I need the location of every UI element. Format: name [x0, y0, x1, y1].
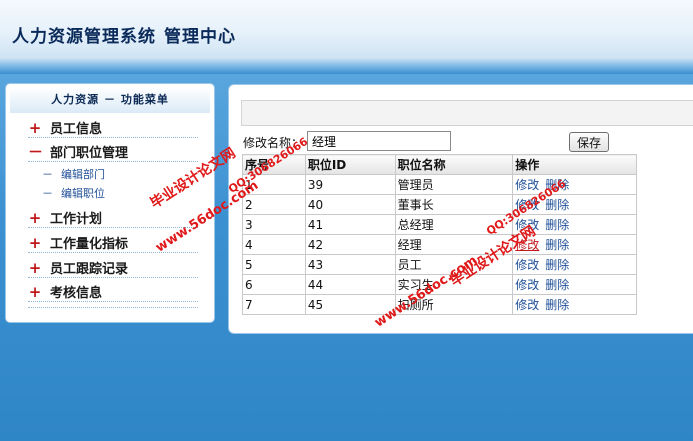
cell-name: 管理员 [394, 174, 514, 195]
cell-name: 扫厕所 [394, 294, 514, 315]
app-header: 人力资源管理系统 管理中心 [0, 0, 693, 74]
edit-link[interactable]: 修改 [515, 198, 539, 212]
cell-actions: 修改 删除 [512, 214, 637, 235]
menu-divider [28, 307, 198, 308]
edit-link[interactable]: 修改 [515, 278, 539, 292]
cell-name: 董事长 [394, 194, 514, 215]
menu-item-assessment[interactable]: + 考核信息 [28, 282, 198, 302]
col-header-name: 职位名称 [394, 154, 514, 175]
delete-link[interactable]: 删除 [545, 258, 569, 272]
main-panel: 修改名称： 保存 序号 职位ID 职位名称 操作 1 39 管理员 修改删除 2 [228, 84, 693, 334]
delete-link[interactable]: 删除 [545, 278, 569, 292]
cell-id: 42 [304, 234, 396, 255]
position-table: 序号 职位ID 职位名称 操作 1 39 管理员 修改 删除 2 40 董事长 修… [242, 154, 637, 315]
menu-item-label: 部门职位管理 [50, 146, 129, 161]
cell-actions: 修改 删除 [512, 194, 637, 215]
cell-actions: 修改 删除 [512, 234, 637, 255]
menu-item-work-metrics[interactable]: + 工作量化指标 [28, 233, 198, 253]
app-title: 人力资源管理系统 管理中心 [12, 22, 236, 47]
cell-name: 实习生 [394, 274, 514, 295]
cell-id: 43 [304, 254, 396, 275]
cell-name: 总经理 [394, 214, 514, 235]
dash-icon: － [42, 187, 53, 200]
cell-actions: 修改 删除 [512, 294, 637, 315]
collapse-icon: － [28, 143, 44, 161]
menu-item-label: 员工跟踪记录 [50, 262, 129, 277]
delete-link[interactable]: 删除 [545, 238, 569, 252]
table-row: 2 40 董事长 修改 删除 [242, 194, 637, 215]
cell-no: 5 [242, 254, 306, 275]
edit-link[interactable]: 修改 [515, 258, 539, 272]
rename-label: 修改名称： [243, 136, 304, 150]
menu-item-label: 员工信息 [50, 122, 103, 137]
cell-actions: 修改 删除 [512, 174, 637, 195]
menu-item-work-plan[interactable]: + 工作计划 [28, 208, 198, 228]
delete-link[interactable]: 删除 [545, 178, 569, 192]
cell-id: 39 [304, 174, 396, 195]
function-menu: 人力资源 － 功能菜单 + 员工信息 － 部门职位管理 － 编辑部门 － 编辑职位 + 工… [5, 83, 215, 323]
admin-center-label: 管理中心 [164, 27, 236, 47]
expand-icon: + [28, 119, 42, 137]
menu-heading: 人力资源 － 功能菜单 [10, 87, 210, 113]
cell-no: 2 [242, 194, 306, 215]
edit-link[interactable]: 修改 [515, 218, 539, 232]
submenu-label: 编辑部门 [61, 168, 105, 181]
edit-link[interactable]: 修改 [515, 298, 539, 312]
expand-icon: + [28, 283, 42, 301]
table-row: 3 41 总经理 修改 删除 [242, 214, 637, 235]
table-row: 1 39 管理员 修改 删除 [242, 174, 637, 195]
dash-icon: － [42, 168, 53, 181]
submenu-edit-position[interactable]: － 编辑职位 [42, 186, 105, 202]
cell-name: 员工 [394, 254, 514, 275]
save-button[interactable]: 保存 [569, 132, 609, 152]
cell-no: 4 [242, 234, 306, 255]
menu-item-label: 工作量化指标 [50, 237, 129, 252]
cell-actions: 修改 删除 [512, 254, 637, 275]
cell-actions: 修改 删除 [512, 274, 637, 295]
submenu-label: 编辑职位 [61, 187, 105, 200]
delete-link[interactable]: 删除 [545, 218, 569, 232]
menu-item-dept-position[interactable]: － 部门职位管理 [28, 142, 198, 162]
table-header-row: 序号 职位ID 职位名称 操作 [242, 154, 637, 175]
system-name: 人力资源管理系统 [12, 27, 156, 47]
cell-no: 7 [242, 294, 306, 315]
toolbar-bar [241, 100, 693, 126]
position-name-input[interactable] [307, 131, 451, 151]
delete-link[interactable]: 删除 [545, 198, 569, 212]
delete-link[interactable]: 删除 [545, 298, 569, 312]
col-header-id: 职位ID [304, 154, 396, 175]
expand-icon: + [28, 234, 42, 252]
col-header-no: 序号 [242, 154, 306, 175]
cell-id: 41 [304, 214, 396, 235]
col-header-actions: 操作 [512, 154, 637, 175]
expand-icon: + [28, 259, 42, 277]
edit-link[interactable]: 修改 [515, 178, 539, 192]
menu-item-employee-tracking[interactable]: + 员工跟踪记录 [28, 258, 198, 278]
cell-id: 40 [304, 194, 396, 215]
cell-id: 44 [304, 274, 396, 295]
cell-no: 6 [242, 274, 306, 295]
menu-item-employee-info[interactable]: + 员工信息 [28, 118, 198, 138]
edit-link[interactable]: 修改 [515, 238, 539, 252]
submenu-edit-department[interactable]: － 编辑部门 [42, 167, 105, 183]
table-row: 5 43 员工 修改 删除 [242, 254, 637, 275]
cell-no: 3 [242, 214, 306, 235]
table-row: 7 45 扫厕所 修改 删除 [242, 294, 637, 315]
cell-no: 1 [242, 174, 306, 195]
table-row: 4 42 经理 修改 删除 [242, 234, 637, 255]
expand-icon: + [28, 209, 42, 227]
cell-id: 45 [304, 294, 396, 315]
menu-item-label: 工作计划 [50, 212, 103, 227]
cell-name: 经理 [394, 234, 514, 255]
table-row: 6 44 实习生 修改 删除 [242, 274, 637, 295]
menu-item-label: 考核信息 [50, 286, 103, 301]
